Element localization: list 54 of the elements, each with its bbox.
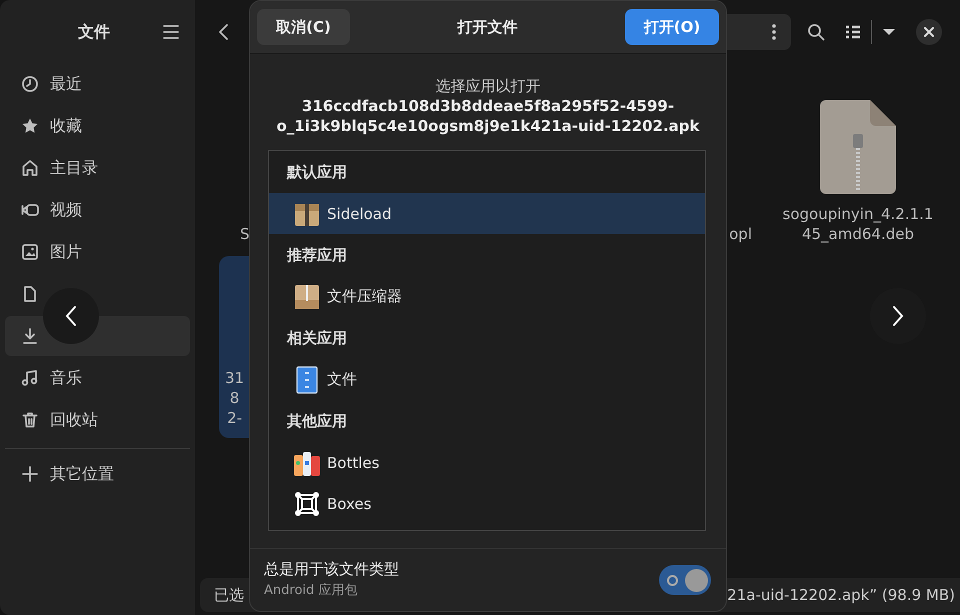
- sidebar-item[interactable]: 图片: [5, 232, 190, 272]
- open-button[interactable]: 打开(O): [625, 9, 719, 45]
- sidebar-item[interactable]: 回收站: [5, 400, 190, 440]
- file-item[interactable]: sogoupinyin_4.2.1.1 45_amd64.deb: [768, 78, 948, 248]
- option-description: Android 应用包: [264, 582, 358, 600]
- chevron-right-icon: [892, 305, 904, 327]
- chevron-left-icon: [65, 305, 77, 327]
- app-row[interactable]: Sideload: [269, 193, 705, 234]
- video-camera-icon: [21, 201, 39, 219]
- section-heading: 默认应用: [286, 162, 348, 182]
- close-button[interactable]: [916, 19, 942, 45]
- file-name: 316ccdfacb108d3b8ddeae5f8a295f52-4599- o_1i3k9blq5c4e10ogsm8j9e1k421a-uid-12202.apk: [276, 96, 700, 136]
- music-icon: [21, 369, 39, 387]
- file-name: sogoupinyin_4.2.1.1 45_amd64.deb: [782, 204, 934, 244]
- plus-icon: [21, 465, 39, 483]
- section-heading: 相关应用: [286, 328, 348, 348]
- close-icon: [924, 27, 934, 37]
- back-icon: [217, 23, 231, 41]
- list-icon: [845, 24, 861, 40]
- package-icon: [293, 282, 321, 310]
- section-heading: 其他应用: [286, 410, 348, 432]
- dropdown-icon: [882, 28, 896, 36]
- download-icon: [21, 327, 39, 345]
- section-heading: 推荐应用: [286, 244, 348, 266]
- sidebar-item[interactable]: 其它位置: [5, 454, 190, 494]
- home-icon: [21, 159, 39, 177]
- sidebar-item[interactable]: 收藏: [5, 106, 190, 146]
- file-name: 31 8 2-: [225, 368, 244, 428]
- trash-icon: [21, 411, 39, 429]
- more-icon: [771, 23, 777, 41]
- dialog-title: 打开文件: [458, 18, 518, 36]
- sidebar-title: 文件: [78, 22, 110, 42]
- sidebar-item[interactable]: 最近: [5, 64, 190, 104]
- image-icon: [21, 243, 39, 261]
- clock-icon: [21, 75, 39, 93]
- archive-file-icon: [820, 100, 896, 194]
- app-row[interactable]: Boxes: [269, 483, 705, 524]
- status-text: 21a-uid-12202.apk” (98.9 MB): [727, 586, 955, 604]
- sidebar-item[interactable]: 视频: [5, 190, 190, 230]
- star-icon: [21, 117, 39, 135]
- menu-icon: [162, 24, 180, 40]
- status-text: 已选: [214, 586, 244, 604]
- toggle-switch[interactable]: [659, 565, 711, 595]
- option-label: 总是用于该文件类型: [264, 559, 399, 580]
- search-icon: [807, 23, 825, 41]
- app-row[interactable]: 文件: [269, 359, 705, 400]
- prompt-text: 选择应用以打开: [436, 76, 540, 96]
- sidebar-item[interactable]: 主目录: [5, 148, 190, 188]
- app-row[interactable]: 文件压缩器: [269, 276, 705, 317]
- app-row[interactable]: Bottles: [269, 442, 705, 483]
- boxes-icon: [293, 490, 321, 518]
- cancel-button[interactable]: 取消(C): [257, 9, 350, 45]
- document-icon: [21, 285, 39, 303]
- sidebar-item[interactable]: 音乐: [5, 358, 190, 398]
